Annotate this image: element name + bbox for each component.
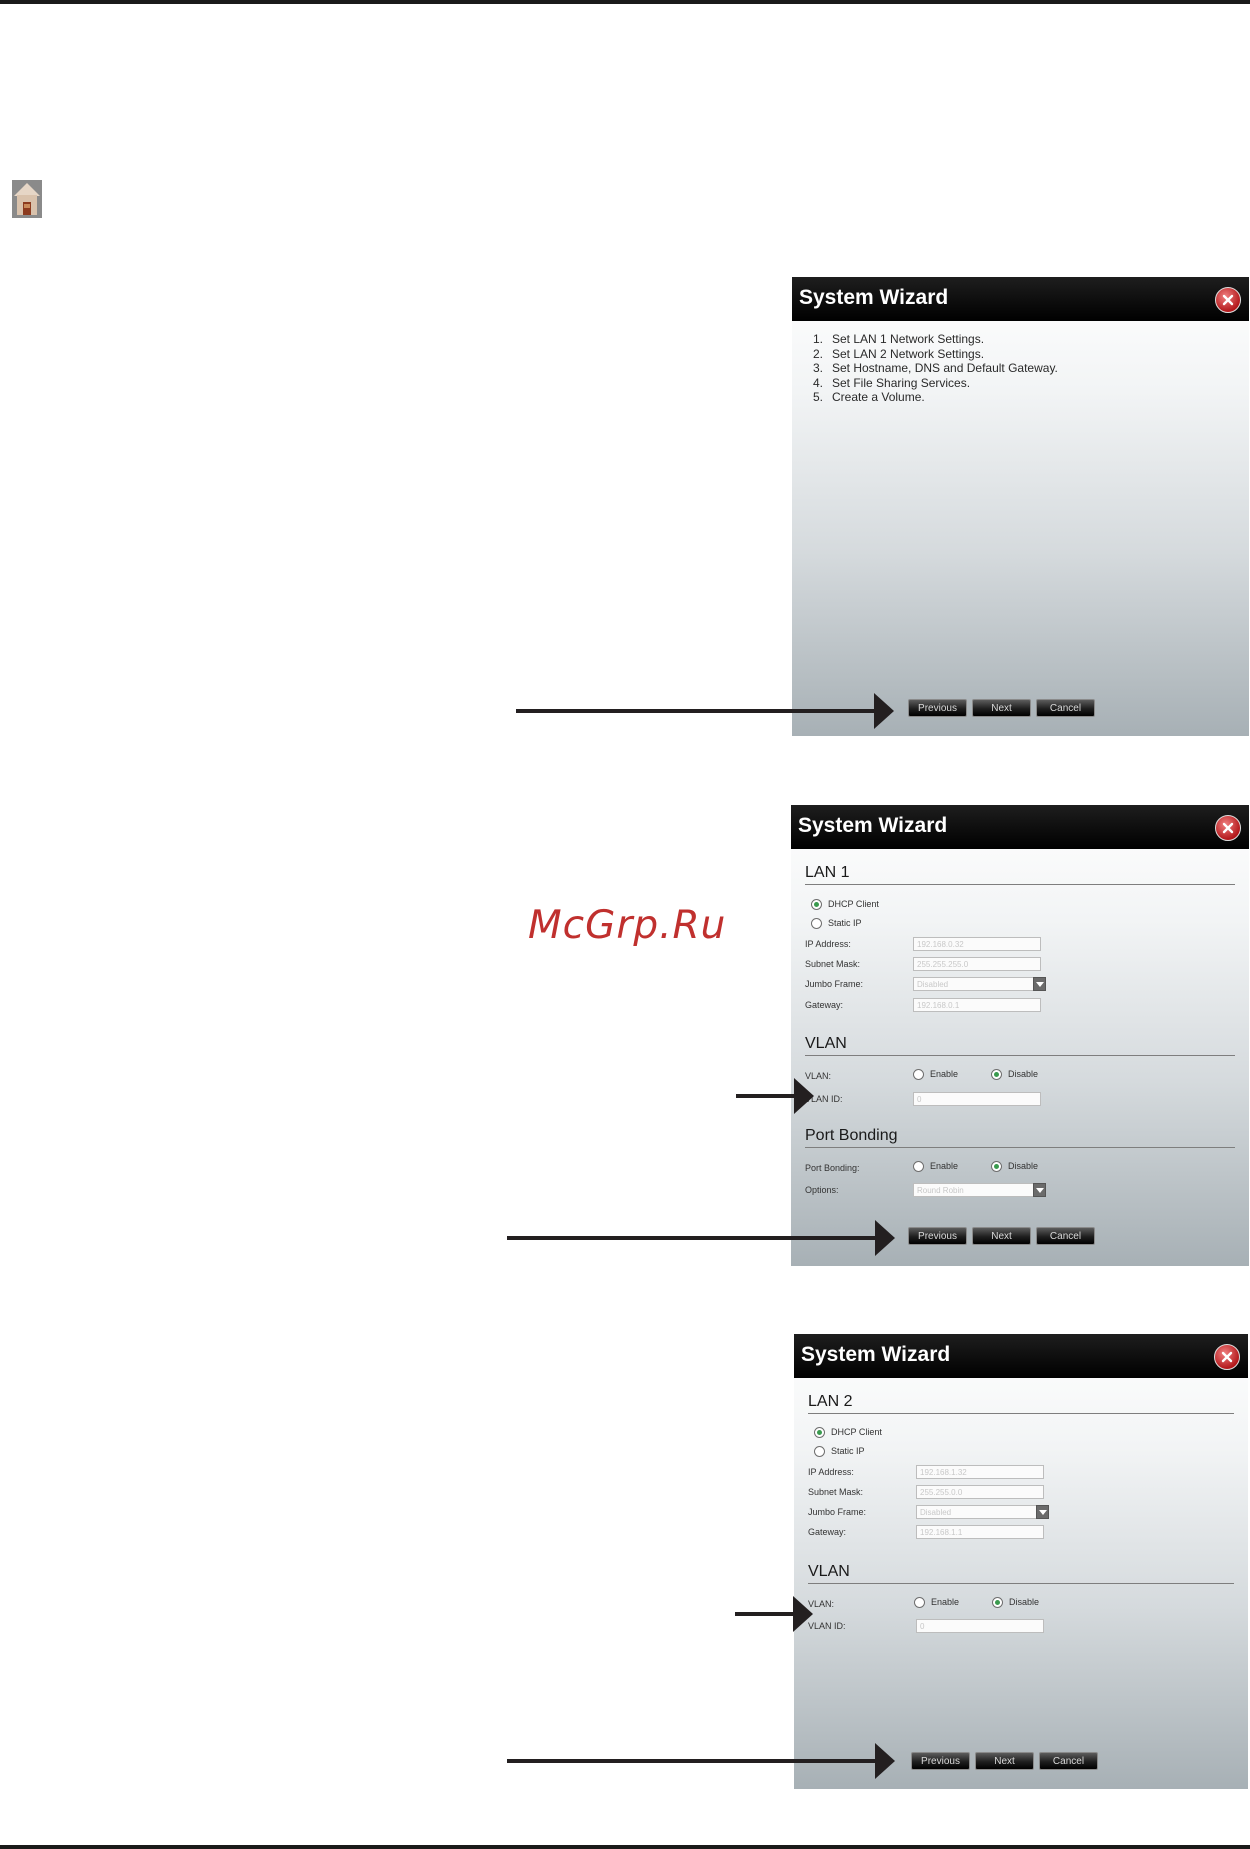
wizard-title-bar: System Wizard xyxy=(791,805,1249,849)
radio-selected xyxy=(811,899,822,911)
vlan-disable-radio[interactable]: Disable xyxy=(992,1597,1039,1609)
chevron-down-icon[interactable] xyxy=(1033,977,1046,991)
system-wizard-dialog-1: System Wizard 1. Set LAN 1 Network Settin… xyxy=(792,277,1249,736)
close-icon[interactable] xyxy=(1215,815,1241,841)
wizard-title: System Wizard xyxy=(801,1343,951,1366)
cancel-button[interactable]: Cancel xyxy=(1036,1227,1095,1245)
arrow-icon xyxy=(507,1743,895,1779)
system-wizard-dialog-3: System Wizard LAN 2 DHCP Client Static I… xyxy=(794,1334,1248,1789)
radio-unselected xyxy=(913,1161,924,1173)
gateway-label: Gateway: xyxy=(808,1527,847,1537)
lan-section-title: LAN 2 xyxy=(808,1393,853,1410)
gateway-field[interactable]: 192.168.0.1 xyxy=(913,998,1041,1012)
static-ip-radio[interactable]: Static IP xyxy=(811,918,862,930)
lan-section-title: LAN 1 xyxy=(805,864,850,881)
next-button[interactable]: Next xyxy=(975,1752,1034,1770)
section-divider xyxy=(805,1055,1235,1056)
section-divider xyxy=(805,1147,1235,1148)
wizard-steps-list: 1. Set LAN 1 Network Settings. 2. Set LAN … xyxy=(813,332,1058,405)
close-icon[interactable] xyxy=(1214,1344,1240,1370)
step-item: 2. Set LAN 2 Network Settings. xyxy=(813,346,985,361)
subnet-mask-label: Subnet Mask: xyxy=(808,1487,864,1497)
jumbo-frame-label: Jumbo Frame: xyxy=(808,1507,867,1517)
close-icon[interactable] xyxy=(1215,287,1241,313)
radio-unselected xyxy=(914,1597,925,1609)
vlan-id-label: VLAN ID: xyxy=(808,1621,846,1631)
bonding-disable-radio[interactable]: Disable xyxy=(991,1161,1038,1173)
static-ip-radio[interactable]: Static IP xyxy=(814,1446,865,1458)
step-item: 1. Set LAN 1 Network Settings. xyxy=(813,332,985,346)
section-divider xyxy=(808,1583,1234,1584)
radio-unselected xyxy=(811,918,822,930)
jumbo-frame-select[interactable]: Disabled xyxy=(913,977,1046,991)
vlan-enable-radio[interactable]: Enable xyxy=(913,1069,958,1081)
ip-address-field[interactable]: 192.168.0.32 xyxy=(913,937,1041,951)
bonding-enable-radio[interactable]: Enable xyxy=(913,1161,958,1173)
wizard-title-bar: System Wizard xyxy=(792,277,1249,321)
subnet-mask-label: Subnet Mask: xyxy=(805,959,861,969)
section-divider xyxy=(805,884,1235,885)
vlan-disable-radio[interactable]: Disable xyxy=(991,1069,1038,1081)
arrow-icon xyxy=(507,1220,895,1256)
ip-address-label: IP Address: xyxy=(805,939,851,949)
jumbo-frame-select[interactable]: Disabled xyxy=(916,1505,1049,1519)
next-button[interactable]: Next xyxy=(972,1227,1031,1245)
vlan-section-title: VLAN xyxy=(808,1563,850,1580)
dhcp-client-radio[interactable]: DHCP Client xyxy=(811,899,879,911)
radio-unselected xyxy=(913,1069,924,1081)
dhcp-client-radio[interactable]: DHCP Client xyxy=(814,1427,882,1439)
arrow-icon xyxy=(516,693,894,729)
wizard-title-bar: System Wizard xyxy=(794,1334,1248,1378)
step-item: 3. Set Hostname, DNS and Default Gateway. xyxy=(813,361,1058,375)
step-item: 4. Set File Sharing Services. xyxy=(813,375,971,390)
wizard-title: System Wizard xyxy=(799,286,949,309)
wizard-title: System Wizard xyxy=(798,814,948,837)
radio-selected xyxy=(992,1597,1003,1609)
arrow-icon xyxy=(735,1596,813,1632)
step-item: 5. Create a Volume. xyxy=(813,390,925,404)
jumbo-frame-label: Jumbo Frame: xyxy=(805,979,864,989)
previous-button[interactable]: Previous xyxy=(908,699,967,717)
watermark-text: McGrp.Ru xyxy=(528,903,727,948)
bottom-rule xyxy=(0,1845,1250,1849)
next-button[interactable]: Next xyxy=(972,699,1031,717)
arrow-icon xyxy=(736,1078,814,1114)
vlan-section-title: VLAN xyxy=(805,1035,847,1052)
ip-address-label: IP Address: xyxy=(808,1467,854,1477)
cancel-button[interactable]: Cancel xyxy=(1036,699,1095,717)
previous-button[interactable]: Previous xyxy=(908,1227,967,1245)
top-rule xyxy=(0,0,1250,4)
gateway-label: Gateway: xyxy=(805,1000,844,1010)
bonding-options-select[interactable]: Round Robin xyxy=(913,1183,1046,1197)
radio-selected xyxy=(814,1427,825,1439)
chevron-down-icon[interactable] xyxy=(1033,1183,1046,1197)
subnet-mask-field[interactable]: 255.255.255.0 xyxy=(913,957,1041,971)
home-icon xyxy=(10,180,44,218)
chevron-down-icon[interactable] xyxy=(1036,1505,1049,1519)
port-bonding-label: Port Bonding: xyxy=(805,1163,860,1173)
subnet-mask-field[interactable]: 255.255.0.0 xyxy=(916,1485,1044,1499)
cancel-button[interactable]: Cancel xyxy=(1039,1752,1098,1770)
vlan-id-field[interactable]: 0 xyxy=(913,1092,1041,1106)
radio-selected xyxy=(991,1069,1002,1081)
system-wizard-dialog-2: System Wizard LAN 1 DHCP Client Static I… xyxy=(791,805,1249,1266)
previous-button[interactable]: Previous xyxy=(911,1752,970,1770)
radio-unselected xyxy=(814,1446,825,1458)
port-bonding-section-title: Port Bonding xyxy=(805,1127,898,1144)
radio-selected xyxy=(991,1161,1002,1173)
gateway-field[interactable]: 192.168.1.1 xyxy=(916,1525,1044,1539)
vlan-id-field[interactable]: 0 xyxy=(916,1619,1044,1633)
options-label: Options: xyxy=(805,1185,839,1195)
section-divider xyxy=(808,1413,1234,1414)
vlan-enable-radio[interactable]: Enable xyxy=(914,1597,959,1609)
ip-address-field[interactable]: 192.168.1.32 xyxy=(916,1465,1044,1479)
